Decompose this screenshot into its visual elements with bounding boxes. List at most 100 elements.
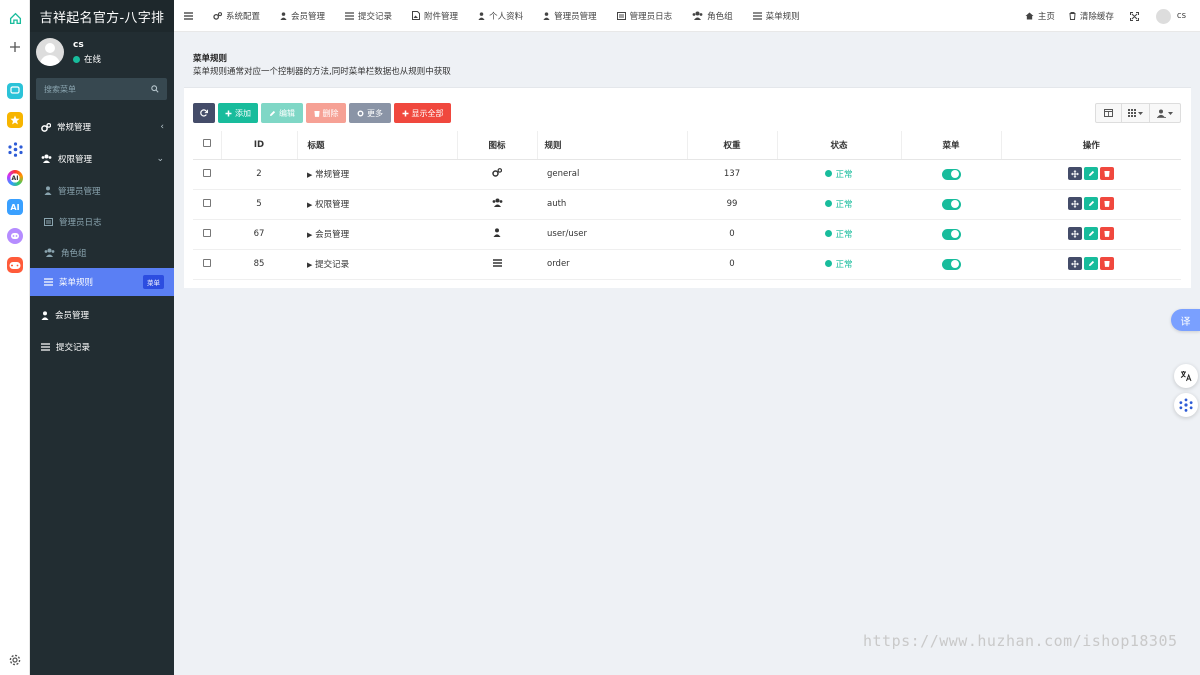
- edit-row-button[interactable]: [1084, 197, 1098, 211]
- cell-status: 正常: [777, 189, 901, 220]
- sidebar-item-role-group[interactable]: 角色组: [30, 237, 174, 268]
- cell-title[interactable]: ▶ 会员管理: [297, 219, 457, 250]
- edit-row-button[interactable]: [1084, 257, 1098, 271]
- user-icon: [493, 228, 501, 237]
- column-header-menu[interactable]: 菜单: [901, 131, 1002, 160]
- row-checkbox[interactable]: [203, 198, 211, 207]
- search-icon[interactable]: [151, 85, 159, 93]
- sidebar-item-admin[interactable]: 管理员管理: [30, 175, 174, 206]
- ai-app-icon[interactable]: AI: [7, 199, 23, 215]
- tab-profile[interactable]: 个人资料: [468, 0, 533, 32]
- arrows-icon: [1071, 259, 1079, 268]
- menu-toggle[interactable]: [941, 258, 961, 270]
- star-app-icon[interactable]: [7, 112, 23, 128]
- menu-toggle[interactable]: [941, 198, 961, 210]
- sidebar-item-submissions[interactable]: 提交记录: [30, 332, 174, 362]
- clear-cache-button[interactable]: 清除缓存: [1062, 0, 1121, 32]
- users-icon: [41, 154, 52, 163]
- app-logo[interactable]: 吉祥起名官方-八字排: [30, 0, 174, 32]
- card-view-toggle[interactable]: [1096, 104, 1122, 122]
- drag-button[interactable]: [1068, 167, 1082, 181]
- discord-app-icon[interactable]: [7, 228, 23, 244]
- column-header-rule[interactable]: 规则: [537, 131, 688, 160]
- column-header-id[interactable]: ID: [221, 131, 298, 160]
- delete-button[interactable]: 删除: [306, 103, 346, 123]
- menu-toggle[interactable]: [941, 168, 961, 180]
- tab-member[interactable]: 会员管理: [270, 0, 335, 32]
- user-menu[interactable]: cs: [1148, 0, 1194, 32]
- tab-attachments[interactable]: 附件管理: [402, 0, 468, 32]
- cell-menu: [901, 189, 1001, 220]
- more-button[interactable]: 更多: [349, 103, 391, 123]
- tab-menu-rule[interactable]: 菜单规则: [743, 0, 810, 32]
- caret-down-icon: [1168, 111, 1173, 115]
- home-link[interactable]: 主页: [1018, 0, 1062, 32]
- sidebar-item-general[interactable]: 常规管理 ‹: [30, 112, 174, 142]
- tab-system-config[interactable]: 系统配置: [203, 0, 270, 32]
- gear-icon[interactable]: [7, 652, 23, 668]
- cell-actions: [1001, 249, 1181, 280]
- status-dot-icon: [825, 170, 833, 178]
- chat-app-icon[interactable]: [7, 83, 23, 99]
- sidebar-item-menu-rule[interactable]: 菜单规则 菜单: [30, 268, 174, 296]
- export-dropdown[interactable]: [1150, 104, 1180, 122]
- drag-button[interactable]: [1068, 227, 1082, 241]
- trash-icon: [1104, 231, 1110, 238]
- row-checkbox[interactable]: [203, 228, 211, 237]
- show-all-button[interactable]: 显示全部: [394, 103, 451, 123]
- column-header-weight[interactable]: 权重: [687, 131, 778, 160]
- caret-right-icon: ▶: [307, 201, 313, 209]
- translate-float-button[interactable]: 译: [1171, 309, 1200, 331]
- tab-label: 系统配置: [226, 11, 261, 22]
- network-app-icon[interactable]: [7, 141, 23, 157]
- column-header-title[interactable]: 标题: [297, 131, 458, 160]
- drag-button[interactable]: [1068, 257, 1082, 271]
- drag-button[interactable]: [1068, 197, 1082, 211]
- cell-weight: 137: [687, 159, 777, 190]
- tab-admin-log[interactable]: 管理员日志: [607, 0, 683, 32]
- columns-dropdown[interactable]: [1122, 104, 1150, 122]
- sidebar-item-label: 菜单规则: [59, 278, 94, 288]
- sidebar-item-auth[interactable]: 权限管理 ⌄: [30, 142, 174, 175]
- assistant-float-button[interactable]: [1174, 393, 1198, 417]
- status-dot-icon: [825, 260, 833, 268]
- search-input[interactable]: [44, 84, 144, 94]
- sidebar-item-admin-log[interactable]: 管理员日志: [30, 206, 174, 237]
- edit-button[interactable]: 编辑: [261, 103, 303, 123]
- delete-row-button[interactable]: [1100, 257, 1114, 271]
- plus-icon[interactable]: [7, 39, 23, 55]
- tab-submissions[interactable]: 提交记录: [335, 0, 402, 32]
- select-all-checkbox[interactable]: [202, 139, 211, 148]
- tab-role-group[interactable]: 角色组: [682, 0, 743, 32]
- plus-icon: [225, 110, 232, 116]
- column-header-icon[interactable]: 图标: [457, 131, 538, 160]
- row-checkbox[interactable]: [203, 168, 211, 177]
- gamepad-app-icon[interactable]: [7, 257, 23, 273]
- cell-title[interactable]: ▶ 提交记录: [297, 249, 457, 280]
- add-button[interactable]: 添加: [218, 103, 258, 123]
- delete-row-button[interactable]: [1100, 167, 1114, 181]
- tab-label: 菜单规则: [765, 11, 800, 22]
- refresh-button[interactable]: [193, 103, 215, 123]
- user-name: cs: [73, 40, 84, 50]
- row-checkbox[interactable]: [203, 258, 211, 267]
- sidebar-toggle-button[interactable]: [174, 0, 203, 32]
- delete-row-button[interactable]: [1100, 227, 1114, 241]
- sidebar-item-member[interactable]: 会员管理: [30, 298, 174, 332]
- column-header-status[interactable]: 状态: [777, 131, 902, 160]
- column-header-actions: 操作: [1001, 131, 1181, 160]
- home-icon[interactable]: [7, 10, 23, 26]
- cell-weight: 0: [687, 249, 777, 280]
- tab-label: 提交记录: [358, 11, 393, 22]
- translate-language-button[interactable]: [1174, 364, 1198, 388]
- cell-title[interactable]: ▶ 常规管理: [297, 159, 457, 190]
- fullscreen-button[interactable]: [1121, 0, 1148, 32]
- edit-row-button[interactable]: [1084, 227, 1098, 241]
- cell-title[interactable]: ▶ 权限管理: [297, 189, 457, 220]
- menu-toggle[interactable]: [941, 228, 961, 240]
- ai-ring-app-icon[interactable]: AI: [7, 170, 23, 186]
- delete-row-button[interactable]: [1100, 197, 1114, 211]
- edit-row-button[interactable]: [1084, 167, 1098, 181]
- tab-admin[interactable]: 管理员管理: [533, 0, 607, 32]
- bars-icon: [752, 11, 762, 20]
